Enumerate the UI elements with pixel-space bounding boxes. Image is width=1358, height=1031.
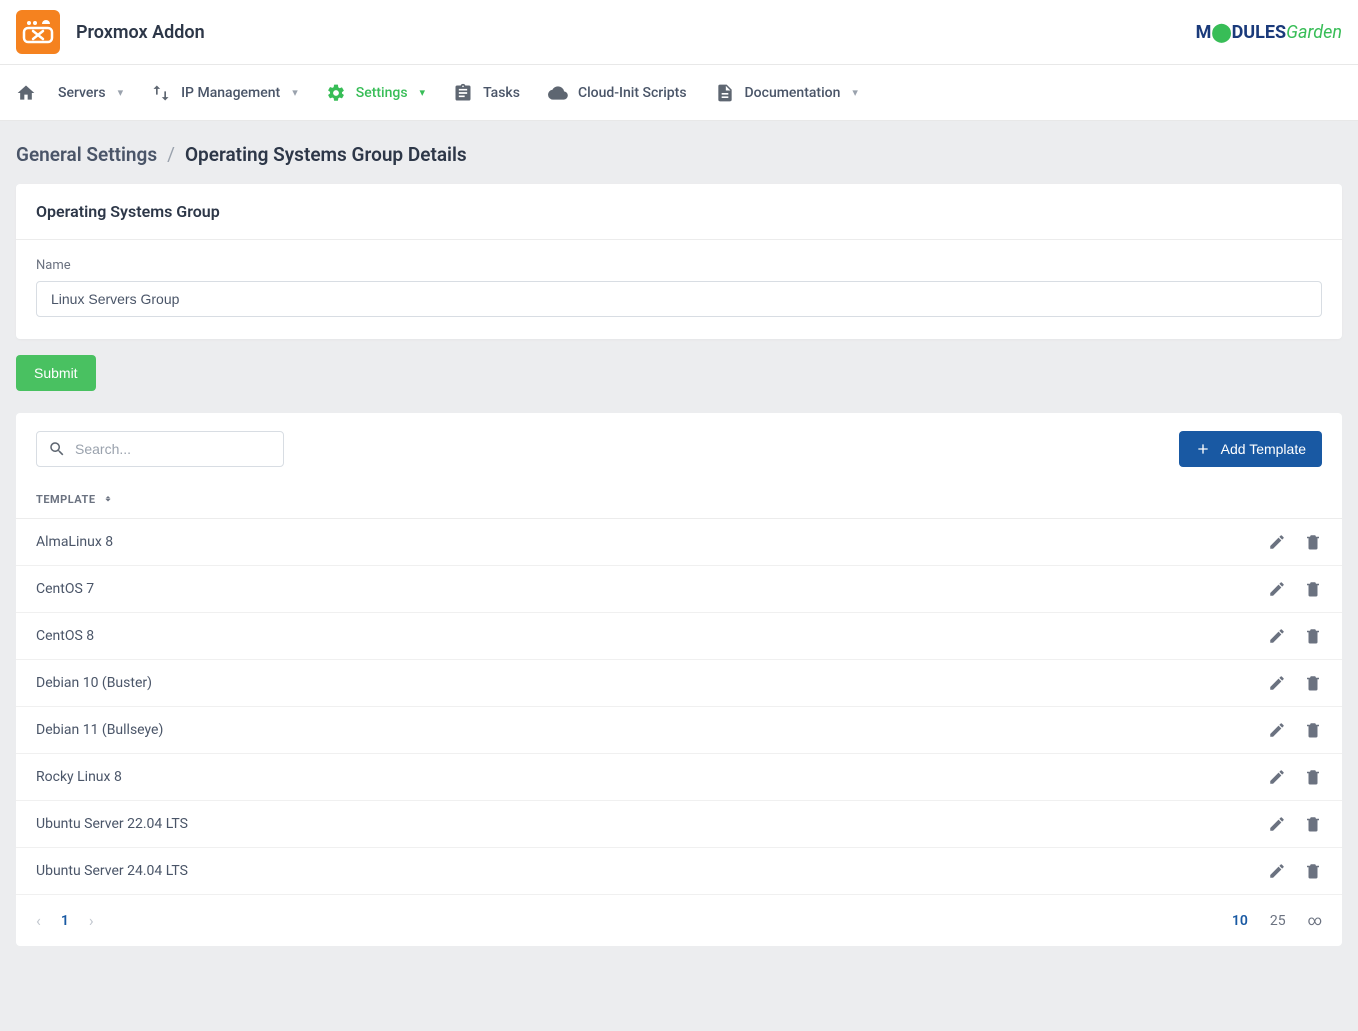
- edit-icon[interactable]: [1268, 768, 1286, 786]
- template-name: CentOS 8: [36, 628, 1268, 644]
- page-size-infinite[interactable]: ∞: [1308, 913, 1322, 929]
- search-icon: [48, 440, 66, 458]
- main-nav: Servers ▾ IP Management ▾ Settings ▾ Tas…: [0, 65, 1358, 121]
- chevron-down-icon: ▾: [420, 86, 426, 99]
- table-footer: ‹ 1 › 10 25 ∞: [16, 895, 1342, 946]
- chevron-down-icon: ▾: [292, 86, 298, 99]
- edit-icon[interactable]: [1268, 815, 1286, 833]
- page-size-25[interactable]: 25: [1270, 913, 1286, 929]
- card-title: Operating Systems Group: [16, 184, 1342, 240]
- col-template[interactable]: TEMPLATE: [36, 493, 114, 506]
- row-actions: [1268, 533, 1322, 551]
- delete-icon[interactable]: [1304, 674, 1322, 692]
- table-body: AlmaLinux 8 CentOS 7 CentOS 8 Debian 10 (Bu…: [16, 519, 1342, 895]
- nav-documentation[interactable]: Documentation ▾: [701, 65, 872, 120]
- cloud-icon: [548, 83, 568, 103]
- template-name: Ubuntu Server 22.04 LTS: [36, 816, 1268, 832]
- nav-servers[interactable]: Servers ▾: [44, 65, 137, 120]
- page-prev[interactable]: ‹: [36, 911, 41, 930]
- template-name: AlmaLinux 8: [36, 534, 1268, 550]
- pagination: ‹ 1 ›: [36, 911, 94, 930]
- name-input[interactable]: [36, 281, 1322, 317]
- edit-icon[interactable]: [1268, 674, 1286, 692]
- table-row: Ubuntu Server 22.04 LTS: [16, 801, 1342, 848]
- delete-icon[interactable]: [1304, 768, 1322, 786]
- table-row: Debian 10 (Buster): [16, 660, 1342, 707]
- nav-ip-management[interactable]: IP Management ▾: [137, 65, 312, 120]
- template-name: Rocky Linux 8: [36, 769, 1268, 785]
- name-label: Name: [36, 258, 1322, 273]
- edit-icon[interactable]: [1268, 627, 1286, 645]
- table-row: AlmaLinux 8: [16, 519, 1342, 566]
- template-name: Debian 11 (Bullseye): [36, 722, 1268, 738]
- row-actions: [1268, 862, 1322, 880]
- page-next[interactable]: ›: [89, 911, 94, 930]
- edit-icon[interactable]: [1268, 580, 1286, 598]
- table-row: Debian 11 (Bullseye): [16, 707, 1342, 754]
- home-icon[interactable]: [16, 83, 36, 103]
- submit-button[interactable]: Submit: [16, 355, 96, 391]
- brand-logo: M⬤DULESGarden: [1196, 22, 1342, 43]
- page-sizes: 10 25 ∞: [1232, 913, 1322, 929]
- nav-settings[interactable]: Settings ▾: [312, 65, 439, 120]
- nav-cloud-init[interactable]: Cloud-Init Scripts: [534, 65, 701, 120]
- table-row: Rocky Linux 8: [16, 754, 1342, 801]
- nav-tasks[interactable]: Tasks: [439, 65, 534, 120]
- table-row: CentOS 7: [16, 566, 1342, 613]
- table-header: TEMPLATE: [16, 481, 1342, 519]
- breadcrumb-parent[interactable]: General Settings: [16, 143, 157, 166]
- breadcrumb-current: Operating Systems Group Details: [185, 143, 467, 166]
- page-number[interactable]: 1: [61, 913, 69, 929]
- row-actions: [1268, 768, 1322, 786]
- document-icon: [715, 83, 735, 103]
- table-row: Ubuntu Server 24.04 LTS: [16, 848, 1342, 895]
- delete-icon[interactable]: [1304, 815, 1322, 833]
- table-row: CentOS 8: [16, 613, 1342, 660]
- page-size-10[interactable]: 10: [1232, 913, 1248, 929]
- search-input[interactable]: [36, 431, 284, 467]
- delete-icon[interactable]: [1304, 627, 1322, 645]
- row-actions: [1268, 721, 1322, 739]
- template-name: CentOS 7: [36, 581, 1268, 597]
- delete-icon[interactable]: [1304, 862, 1322, 880]
- app-title: Proxmox Addon: [76, 22, 205, 43]
- delete-icon[interactable]: [1304, 533, 1322, 551]
- swap-icon: [151, 83, 171, 103]
- row-actions: [1268, 674, 1322, 692]
- edit-icon[interactable]: [1268, 533, 1286, 551]
- row-actions: [1268, 627, 1322, 645]
- sort-asc-icon: [102, 494, 114, 506]
- template-name: Ubuntu Server 24.04 LTS: [36, 863, 1268, 879]
- chevron-down-icon: ▾: [118, 86, 124, 99]
- template-table-card: Add Template TEMPLATE AlmaLinux 8 CentOS …: [16, 413, 1342, 946]
- edit-icon[interactable]: [1268, 862, 1286, 880]
- delete-icon[interactable]: [1304, 721, 1322, 739]
- chevron-down-icon: ▾: [852, 86, 858, 99]
- row-actions: [1268, 815, 1322, 833]
- edit-icon[interactable]: [1268, 721, 1286, 739]
- clipboard-icon: [453, 83, 473, 103]
- proxmox-icon: [22, 16, 54, 48]
- breadcrumb-separator: /: [167, 143, 175, 166]
- add-template-button[interactable]: Add Template: [1179, 431, 1322, 467]
- delete-icon[interactable]: [1304, 580, 1322, 598]
- row-actions: [1268, 580, 1322, 598]
- breadcrumb: General Settings / Operating Systems Gro…: [0, 121, 1358, 184]
- app-header: Proxmox Addon M⬤DULESGarden: [0, 0, 1358, 65]
- os-group-card: Operating Systems Group Name: [16, 184, 1342, 339]
- search-wrap: [36, 431, 284, 467]
- plus-icon: [1195, 441, 1211, 457]
- template-name: Debian 10 (Buster): [36, 675, 1268, 691]
- app-logo: [16, 10, 60, 54]
- gear-icon: [326, 83, 346, 103]
